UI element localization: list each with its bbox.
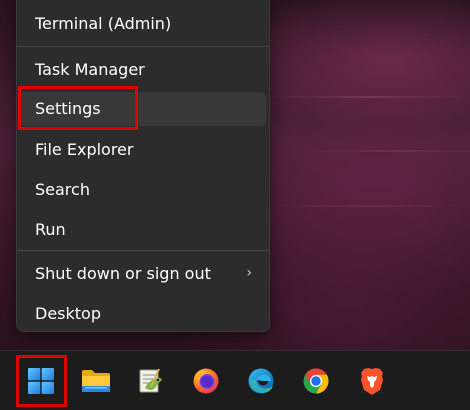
chrome-button[interactable]	[297, 362, 335, 400]
start-button[interactable]	[22, 362, 60, 400]
menu-item-file-explorer[interactable]: File Explorer	[20, 133, 266, 167]
wallpaper-decoration	[270, 96, 470, 98]
menu-item-terminal-admin[interactable]: Terminal (Admin)	[20, 7, 266, 41]
menu-item-search[interactable]: Search	[20, 173, 266, 207]
menu-item-label: Terminal (Admin)	[35, 14, 172, 33]
menu-item-label: Settings	[35, 99, 101, 118]
menu-separator	[17, 46, 269, 47]
taskbar	[0, 350, 470, 410]
notepad-plus-plus-button[interactable]	[131, 362, 169, 400]
power-user-menu: Terminal (Admin) Task Manager Settings F…	[16, 0, 270, 332]
desktop-screen: Terminal (Admin) Task Manager Settings F…	[0, 0, 470, 410]
brave-button[interactable]	[353, 362, 391, 400]
menu-item-label: Desktop	[35, 304, 101, 323]
chrome-icon	[303, 368, 329, 394]
edge-icon	[248, 368, 274, 394]
firefox-button[interactable]	[187, 362, 225, 400]
menu-item-shut-down[interactable]: Shut down or sign out ›	[20, 257, 266, 291]
notepad-plus-plus-icon	[139, 368, 162, 393]
menu-item-run[interactable]: Run	[20, 213, 266, 247]
chevron-right-icon: ›	[246, 265, 252, 281]
file-explorer-icon	[82, 370, 110, 392]
menu-item-settings[interactable]: Settings	[20, 92, 266, 126]
file-explorer-button[interactable]	[77, 362, 115, 400]
menu-item-desktop[interactable]: Desktop	[20, 297, 266, 331]
brave-icon	[361, 368, 383, 395]
menu-item-label: Run	[35, 220, 66, 239]
firefox-icon	[193, 368, 219, 394]
menu-item-label: Search	[35, 180, 90, 199]
menu-item-label: Shut down or sign out	[35, 264, 211, 283]
menu-item-task-manager[interactable]: Task Manager	[20, 53, 266, 87]
edge-button[interactable]	[242, 362, 280, 400]
menu-item-label: File Explorer	[35, 140, 134, 159]
wallpaper-decoration	[270, 205, 470, 207]
menu-item-label: Task Manager	[35, 60, 145, 79]
start-windows-icon	[28, 368, 54, 394]
menu-separator	[17, 250, 269, 251]
wallpaper-decoration	[300, 150, 470, 152]
